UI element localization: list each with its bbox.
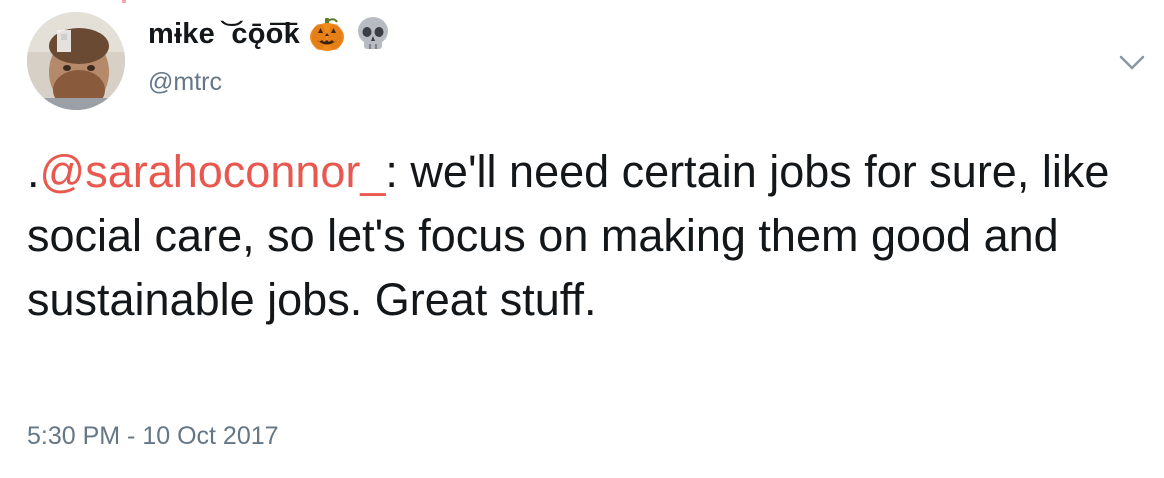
top-edge-mark	[122, 0, 126, 3]
tweet-timestamp[interactable]: 5:30 PM - 10 Oct 2017	[27, 422, 279, 451]
chevron-down-icon[interactable]	[1117, 50, 1147, 74]
author-handle[interactable]: @mtrc	[148, 68, 222, 97]
pumpkin-icon	[308, 15, 346, 53]
author-name-row: mɨke ͝ cǭo͞k	[148, 14, 392, 54]
tweet-prefix: .	[27, 146, 40, 197]
avatar[interactable]	[27, 12, 125, 110]
tweet-text: .@sarahoconnor_: we'll need certain jobs…	[27, 140, 1142, 332]
skull-icon	[354, 15, 392, 53]
avatar-image	[27, 12, 125, 110]
mention-link[interactable]: @sarahoconnor_	[40, 146, 386, 197]
display-name[interactable]: mɨke ͝ cǭo͞k	[148, 18, 300, 51]
tweet-card: mɨke ͝ cǭo͞k @mtrc .@sarahoconnor_: we'l…	[0, 0, 1164, 478]
